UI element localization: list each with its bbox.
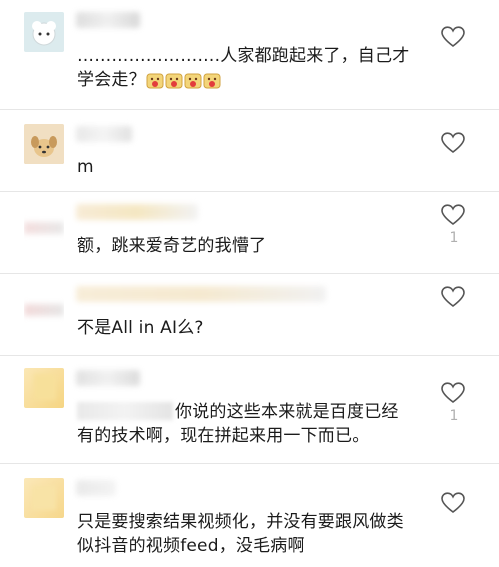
comment-text: m xyxy=(77,157,94,177)
comment-list: …………………….人家都跑起来了，自己才 学会走？ m 额，跳来爱奇艺的我懵了 … xyxy=(0,0,499,567)
like-count: 1 xyxy=(449,408,459,424)
comment-text: 你说的这些本来就是百度已经 有的技术啊，现在拼起来用一下而已。 xyxy=(77,402,399,446)
like-count: 1 xyxy=(449,230,459,246)
avatar[interactable] xyxy=(24,478,64,518)
username[interactable] xyxy=(76,286,326,302)
like-heart-icon[interactable] xyxy=(441,204,465,226)
comment-item: 只是要搜索结果视频化，并没有要跟风做类 似抖音的视频feed，没毛病啊 xyxy=(0,464,499,567)
blurred-avatar-image xyxy=(24,222,64,234)
blurred-avatar-image xyxy=(32,486,56,510)
avatar[interactable] xyxy=(24,124,64,164)
like-heart-icon[interactable] xyxy=(441,26,465,48)
face-emoji-icon xyxy=(165,72,183,89)
comment-text: 额，跳来爱奇艺的我懵了 xyxy=(77,236,267,256)
comment-text: …………………….人家都跑起来了，自己才 学会走？ xyxy=(77,44,429,96)
avatar[interactable] xyxy=(24,208,64,248)
face-emoji-icon xyxy=(184,72,202,89)
username[interactable] xyxy=(76,480,116,496)
username[interactable] xyxy=(76,126,132,142)
avatar[interactable] xyxy=(24,12,64,52)
like-heart-icon[interactable] xyxy=(441,132,465,154)
avatar[interactable] xyxy=(24,290,64,330)
comment-item: m xyxy=(0,110,499,192)
like-heart-icon[interactable] xyxy=(441,492,465,514)
comment-text: 不是All in AI么? xyxy=(77,318,204,338)
emoji-group xyxy=(146,72,222,96)
face-emoji-icon xyxy=(203,72,221,89)
comment-item: …………………….人家都跑起来了，自己才 学会走？ xyxy=(0,0,499,110)
avatar[interactable] xyxy=(24,368,64,408)
blurred-mention xyxy=(77,402,173,420)
blurred-avatar-image xyxy=(34,374,56,400)
dog-avatar-icon xyxy=(24,124,64,164)
blurred-avatar-image xyxy=(24,304,64,316)
comment-item: 不是All in AI么? xyxy=(0,274,499,356)
comment-text: 只是要搜索结果视频化，并没有要跟风做类 似抖音的视频feed，没毛病啊 xyxy=(77,512,404,556)
like-heart-icon[interactable] xyxy=(441,382,465,404)
sheep-avatar-icon xyxy=(24,12,64,52)
username[interactable] xyxy=(76,204,198,220)
username[interactable] xyxy=(76,370,140,386)
like-heart-icon[interactable] xyxy=(441,286,465,308)
username[interactable] xyxy=(76,12,140,28)
comment-item: 你说的这些本来就是百度已经 有的技术啊，现在拼起来用一下而已。 1 xyxy=(0,356,499,464)
comment-item: 额，跳来爱奇艺的我懵了 1 xyxy=(0,192,499,274)
face-emoji-icon xyxy=(146,72,164,89)
